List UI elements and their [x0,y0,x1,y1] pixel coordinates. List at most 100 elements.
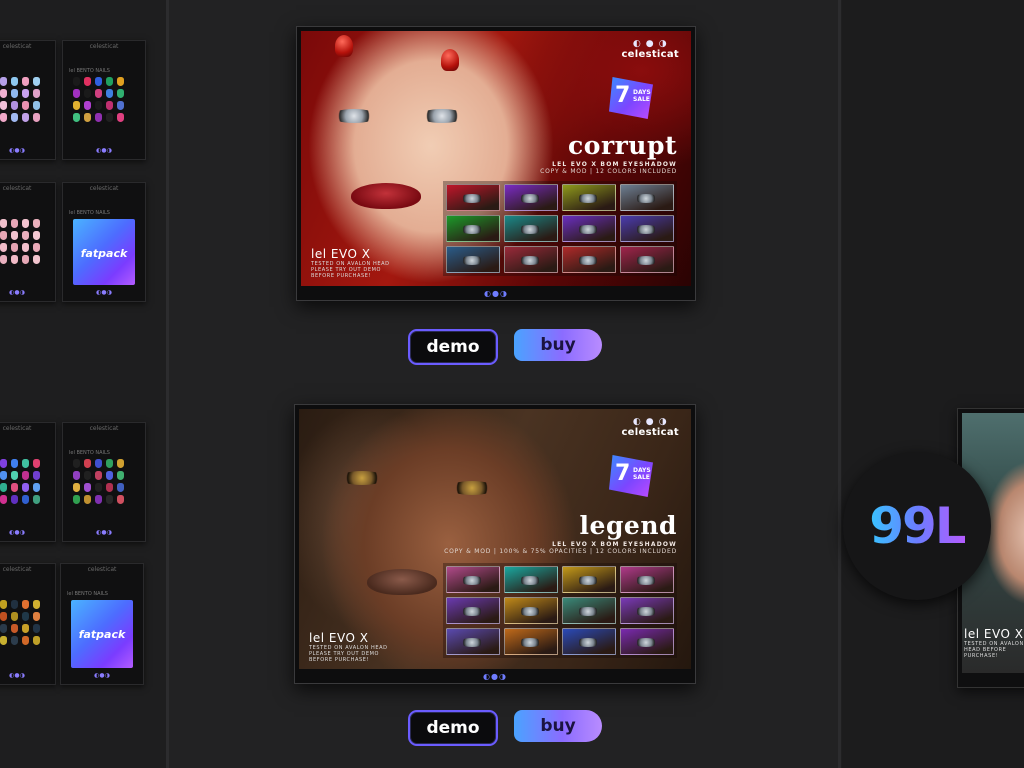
mini-box-brand: celesticat [87,566,117,573]
product-subtitle: LEL EVO X BOM EYESHADOW COPY & MOD | 12 … [540,161,677,175]
demo-button[interactable]: demo [408,329,498,365]
poster-art: ◐ ● ◑ celesticat 7 DAYS SALE legend LEL … [299,409,691,669]
mini-box-brand: celesticat [89,425,119,432]
product-subtitle: LEL EVO X BOM EYESHADOW COPY & MOD | 100… [444,541,677,555]
nail-swatch [33,624,40,633]
nail-swatch [0,113,7,122]
nail-swatch [73,471,80,480]
buy-button[interactable]: buy [514,329,602,361]
buy-button[interactable]: buy [514,710,602,742]
nail-swatch [33,483,40,492]
nail-swatch [0,600,7,609]
mini-box-subtitle: lel BENTO NAILS [67,591,108,597]
nail-swatch [106,89,113,98]
mini-product-box[interactable]: celesticat lel BENTO NAILS ◐●◑ [62,40,146,160]
color-swatch [504,597,558,624]
mini-product-box[interactable]: celesticat lel BENTO NAILS fatpack ◐●◑ [62,182,146,302]
nail-swatch [84,77,91,86]
celesticat-moon-icon: ◐●◑ [96,529,112,536]
nail-swatch [0,471,7,480]
sale-badge: 7 DAYS SALE [609,77,653,119]
nail-swatch [0,77,7,86]
nail-swatch [11,243,18,252]
nail-swatch [84,495,91,504]
nail-swatch [0,255,7,264]
nail-swatch [11,471,18,480]
color-swatch [562,597,616,624]
nail-swatch [11,255,18,264]
nail-swatch [73,101,80,110]
nail-swatch [106,483,113,492]
nail-swatch [95,495,102,504]
mini-product-box[interactable]: celesticat ◐●◑ [0,422,56,542]
demo-button[interactable]: demo [408,710,498,746]
nail-swatch [22,243,29,252]
nail-swatch [33,243,40,252]
nail-swatch [33,77,40,86]
celesticat-moon-icon: ◐●◑ [94,672,110,679]
nail-swatch-grid [0,600,41,645]
color-swatch [620,215,674,242]
color-swatch [562,184,616,211]
nail-swatch [11,459,18,468]
nail-swatch [11,624,18,633]
nail-swatch [106,459,113,468]
celesticat-frame-icon: ◐●◑ [484,289,508,298]
fatpack-art: fatpack [73,219,135,285]
nail-swatch [22,495,29,504]
nail-swatch [0,219,7,228]
price-badge[interactable]: 99L [843,452,991,600]
mini-product-box[interactable]: celesticat ◐●◑ [0,563,56,685]
head-compat-label: lel EVO X TESTED ON AVALON HEAD PLEASE T… [309,631,388,663]
color-swatch [446,184,500,211]
color-swatch [504,246,558,273]
mini-box-brand: celesticat [2,566,32,573]
nail-swatch [33,471,40,480]
color-swatch [620,184,674,211]
nail-swatch [0,483,7,492]
nail-swatch [106,101,113,110]
color-swatch [446,597,500,624]
mini-product-box[interactable]: celesticat ◐●◑ [0,182,56,302]
model-eye-right [449,481,495,495]
nail-swatch [95,89,102,98]
nail-swatch [84,113,91,122]
mini-product-box[interactable]: celesticat ◐●◑ [0,40,56,160]
nail-swatch [73,459,80,468]
nail-swatch [95,113,102,122]
brand-logo: ◐ ● ◑ celesticat [621,39,679,60]
mini-box-brand: celesticat [89,185,119,192]
color-swatch [620,246,674,273]
mini-box-brand: celesticat [2,425,32,432]
nail-swatch [22,113,29,122]
product-poster-corrupt[interactable]: ◐ ● ◑ celesticat 7 DAYS SALE corrupt LEL… [296,26,696,301]
nail-swatch [33,231,40,240]
nail-swatch [73,89,80,98]
nail-swatch [0,612,7,621]
horn-right [441,49,459,71]
mini-box-brand: celesticat [2,43,32,50]
nail-swatch-grid [73,459,125,504]
nail-swatch [95,483,102,492]
mini-product-box[interactable]: celesticat lel BENTO NAILS fatpack ◐●◑ [60,563,144,685]
nail-swatch [106,77,113,86]
fatpack-label: fatpack [80,247,128,260]
nail-swatch [84,459,91,468]
nail-swatch-grid [73,77,125,122]
nail-swatch [117,89,124,98]
product-poster-legend[interactable]: ◐ ● ◑ celesticat 7 DAYS SALE legend LEL … [294,404,696,684]
nail-swatch [117,471,124,480]
nail-swatch [11,113,18,122]
color-swatch [446,566,500,593]
color-swatch [562,628,616,655]
sale-badge: 7 DAYS SALE [609,455,653,497]
model-lips [351,183,421,209]
nail-swatch-grid [0,219,41,264]
nail-swatch [95,101,102,110]
mini-box-subtitle: lel BENTO NAILS [69,210,110,216]
nail-swatch [117,77,124,86]
mini-product-box[interactable]: celesticat lel BENTO NAILS ◐●◑ [62,422,146,542]
fatpack-label: fatpack [78,628,126,641]
horn-left [335,35,353,57]
color-swatch [446,246,500,273]
